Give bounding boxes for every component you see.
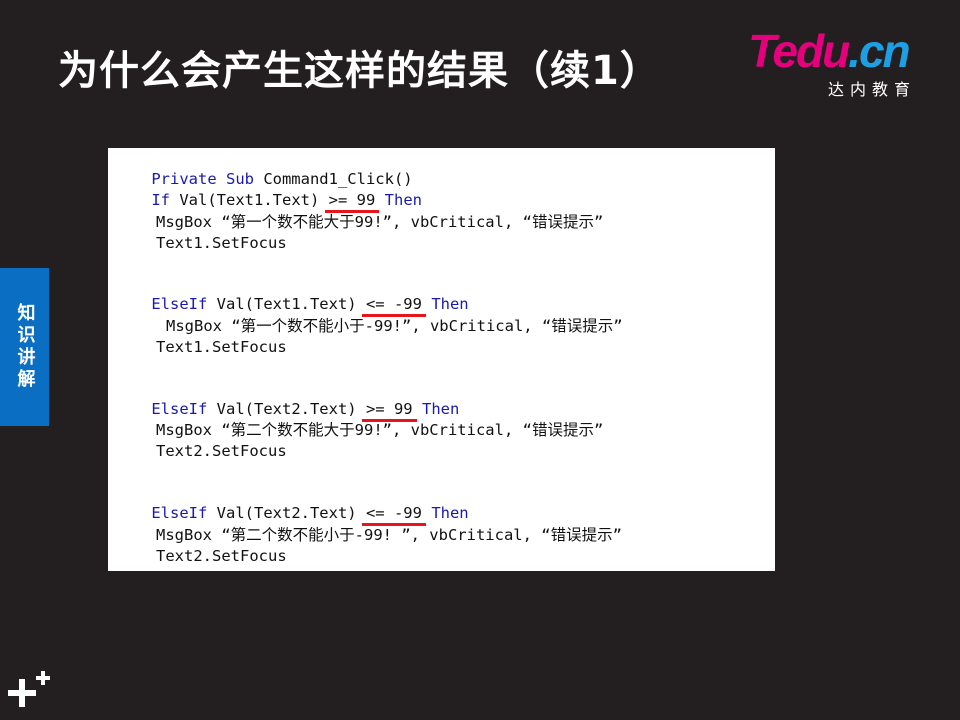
- highlighted-condition: <= -99: [361, 295, 426, 317]
- code-keyword: If: [151, 191, 170, 209]
- code-keyword: Then: [431, 504, 469, 522]
- code-keyword: ElseIf: [151, 400, 208, 418]
- code-panel: Private Sub Command1_Click() If Val(Text…: [108, 148, 775, 571]
- code-keyword: ElseIf: [151, 295, 208, 313]
- code-text: Val(Text2.Text): [207, 400, 366, 418]
- code-text: Val(Text1.Text): [207, 295, 366, 313]
- code-line-setfocus: Text2.SetFocus: [156, 442, 287, 460]
- side-tab-label: 知识讲解: [14, 303, 36, 391]
- logo-word-tedu: Tedu: [748, 25, 850, 77]
- code-line-msgbox: MsgBox “第一个数不能小于-99!”, vbCritical, “错误提示…: [166, 317, 623, 335]
- highlighted-condition: >= 99: [324, 191, 379, 213]
- code-keyword: Then: [421, 400, 460, 418]
- code-line-msgbox: MsgBox “第二个数不能大于99!”, vbCritical, “错误提示”: [156, 421, 604, 439]
- logo-wordmark: Tedu.cn: [748, 25, 911, 77]
- highlighted-condition: >= 99: [361, 400, 417, 422]
- code-line-setfocus: Text1.SetFocus: [156, 234, 287, 252]
- code-text: Val(Text1.Text): [170, 191, 329, 209]
- tedu-logo: Tedu.cn 达内教育: [748, 25, 938, 99]
- code-keyword: ElseIf: [151, 504, 208, 522]
- slide-title: 为什么会产生这样的结果（续1）: [58, 48, 661, 94]
- code-line-msgbox: MsgBox “第二个数不能小于-99! ”, vbCritical, “错误提…: [156, 526, 622, 544]
- code-line-setfocus: Text2.SetFocus: [156, 547, 287, 565]
- logo-word-cn: .cn: [848, 25, 910, 77]
- side-tab-knowledge: 知识讲解: [0, 268, 49, 426]
- highlighted-condition: <= -99: [361, 504, 426, 526]
- code-line-msgbox: MsgBox “第一个数不能大于99!”, vbCritical, “错误提示”: [156, 213, 604, 231]
- plus-plus-icon: [8, 671, 50, 707]
- code-text: Val(Text2.Text): [207, 504, 366, 522]
- code-keyword: Then: [384, 191, 422, 209]
- code-keyword: Then: [431, 295, 469, 313]
- logo-subtitle: 达内教育: [828, 80, 917, 99]
- code-line-setfocus: Text1.SetFocus: [156, 338, 287, 356]
